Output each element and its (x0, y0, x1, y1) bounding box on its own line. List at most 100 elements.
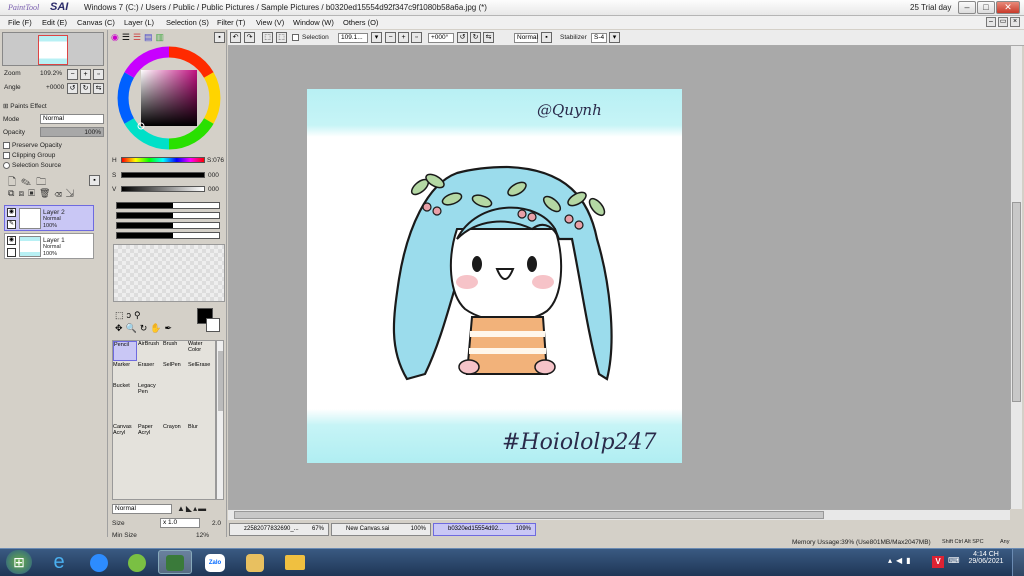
clipping-group-checkbox[interactable] (3, 152, 10, 159)
volume-icon[interactable]: ◀ (896, 556, 906, 565)
palette-tab-icon[interactable]: ▥ (156, 32, 168, 42)
rotate-right-button[interactable]: ↻ (80, 83, 91, 94)
opacity-slider[interactable]: 100% (40, 127, 104, 137)
scroll-thumb[interactable] (218, 351, 223, 411)
mdi-minimize-button[interactable]: – (986, 17, 996, 27)
tool-selpen[interactable]: SelPen (163, 362, 187, 382)
tool-crayon[interactable]: Crayon (163, 424, 187, 444)
close-button[interactable]: ✕ (996, 1, 1020, 14)
zoom-field[interactable]: 109.1... (338, 33, 368, 43)
transfer-icon[interactable]: ⇲ (66, 188, 78, 198)
scratch-slider-3[interactable] (116, 222, 220, 229)
tool-water-color[interactable]: Water Color (188, 341, 212, 361)
language-tray-icon[interactable]: ⌨ (948, 556, 960, 565)
zoom-app-icon[interactable] (82, 550, 116, 574)
trash-icon[interactable]: 🗑 (39, 188, 54, 198)
layer-row-layer-2[interactable]: ◉ ✎ Layer 2 Normal 100% (4, 205, 94, 231)
brush-shape-hard-icon[interactable]: ▬ (198, 504, 207, 513)
clear-icon[interactable]: ⌫ (54, 188, 65, 198)
zoom-reset-button[interactable]: ▫ (93, 69, 104, 80)
rotate-icon[interactable]: ↻ (140, 323, 151, 333)
tool-brush[interactable]: Brush (163, 341, 187, 361)
tool-selerase[interactable]: SelErase (188, 362, 212, 382)
mdi-close-button[interactable]: × (1010, 17, 1020, 27)
expand-icon[interactable]: ⊞ (3, 103, 8, 110)
pen-lock-icon[interactable] (7, 248, 16, 257)
preserve-opacity-checkbox[interactable] (3, 142, 10, 149)
rotate-left-button[interactable]: ↺ (67, 83, 78, 94)
brush-shape-round-icon[interactable]: ◣ (186, 504, 193, 513)
brush-shape-flat-icon[interactable]: ▲ (177, 504, 186, 513)
zoom-icon[interactable]: 🔍 (126, 323, 140, 333)
menu-selection[interactable]: Selection (S) (166, 18, 209, 27)
new-layer-icon[interactable]: 🗋 (8, 177, 21, 188)
toolbar-flip-button[interactable]: ⇆ (483, 32, 494, 43)
menu-window[interactable]: Window (W) (293, 18, 334, 27)
scratch-slider-2[interactable] (116, 212, 220, 219)
selection-source-checkbox[interactable] (3, 162, 10, 169)
redo-button[interactable]: ↷ (244, 32, 255, 43)
doc-tab-2[interactable]: New Canvas.sai 100% (331, 523, 431, 536)
eye-icon[interactable]: ◉ (7, 208, 16, 217)
mask-icon[interactable]: ▣ (28, 188, 39, 198)
toolbar-rotate-left-button[interactable]: ↺ (457, 32, 468, 43)
zoom-in-button[interactable]: + (80, 69, 91, 80)
move-icon[interactable]: ✥ (115, 323, 126, 333)
menu-edit[interactable]: Edit (E) (42, 18, 67, 27)
stabilizer-dropdown[interactable]: ▾ (609, 32, 620, 43)
swatch-area[interactable] (113, 244, 225, 302)
start-button[interactable]: ⊞ (6, 550, 32, 574)
swatches-tab-icon[interactable]: ▤ (144, 32, 156, 42)
tool-legacy-pen[interactable]: Legacy Pen (138, 383, 162, 403)
tool-blur[interactable]: Blur (188, 424, 212, 444)
zoom-dropdown-button[interactable]: ▾ (371, 32, 382, 43)
vertical-scroll-thumb[interactable] (1012, 202, 1021, 402)
network-icon[interactable]: ▮ (906, 556, 914, 565)
tool-marker[interactable]: Marker (113, 362, 137, 382)
angle-value[interactable]: +0000 (46, 84, 64, 91)
color-wheel-tab-icon[interactable]: ◉ (111, 32, 122, 42)
blend-mode-field[interactable]: Normal (514, 33, 538, 43)
hue-slider[interactable] (121, 157, 205, 163)
maximize-button[interactable]: □ (977, 1, 995, 14)
selection-checkbox[interactable] (292, 34, 299, 41)
background-color-swatch[interactable] (206, 318, 220, 332)
layer-panel-menu-button[interactable]: ▪ (89, 175, 100, 186)
invert-selection-button[interactable]: ⬚ (276, 32, 287, 43)
angle-field[interactable]: +000° (428, 33, 454, 43)
mdi-restore-button[interactable]: ▭ (998, 17, 1008, 27)
magic-wand-icon[interactable]: ⚲ (134, 310, 144, 320)
paint-tool-sai-taskbar-icon[interactable] (158, 550, 192, 574)
menu-layer[interactable]: Layer (L) (124, 18, 154, 27)
tool-grid-scrollbar[interactable] (216, 340, 224, 500)
show-hidden-icons-icon[interactable]: ▴ (888, 556, 896, 565)
paint-icon[interactable] (238, 550, 272, 574)
saturation-slider[interactable] (121, 172, 205, 178)
internet-explorer-icon[interactable]: e (42, 550, 76, 574)
tool-canvas-acryl[interactable]: Canvas Acryl (113, 424, 137, 444)
layer-mode-select[interactable]: Normal (40, 114, 104, 124)
zoom-value[interactable]: 109.2% (40, 70, 62, 77)
menu-others[interactable]: Others (O) (343, 18, 378, 27)
color-wheel[interactable] (117, 46, 221, 150)
blend-mode-dropdown[interactable]: ▪ (541, 32, 552, 43)
zoom-out-button[interactable]: − (67, 69, 78, 80)
toolbar-zoom-reset-button[interactable]: ▫ (411, 32, 422, 43)
scratch-slider-1[interactable] (116, 202, 220, 209)
new-folder-icon[interactable]: 🗀 (36, 177, 51, 188)
menu-file[interactable]: File (F) (8, 18, 32, 27)
layer-row-layer-1[interactable]: ◉ Layer 1 Normal 100% (4, 233, 94, 259)
menu-view[interactable]: View (V) (256, 18, 284, 27)
size-multiplier[interactable]: x 1.0 (160, 518, 200, 528)
horizontal-scrollbar[interactable] (228, 509, 1010, 520)
vivaldi-tray-icon[interactable]: V (932, 556, 944, 568)
toolbar-rotate-right-button[interactable]: ↻ (470, 32, 481, 43)
file-explorer-icon[interactable] (278, 550, 312, 574)
stabilizer-field[interactable]: S-4 (591, 33, 607, 43)
rect-select-icon[interactable]: ⬚ (115, 310, 127, 320)
eyedropper-icon[interactable]: ✒ (165, 323, 176, 333)
menu-canvas[interactable]: Canvas (C) (77, 18, 115, 27)
tool-airbrush[interactable]: AirBrush (138, 341, 162, 361)
pen-lock-icon[interactable]: ✎ (7, 220, 16, 229)
rgb-slider-tab-icon[interactable]: ☰ (122, 32, 133, 42)
